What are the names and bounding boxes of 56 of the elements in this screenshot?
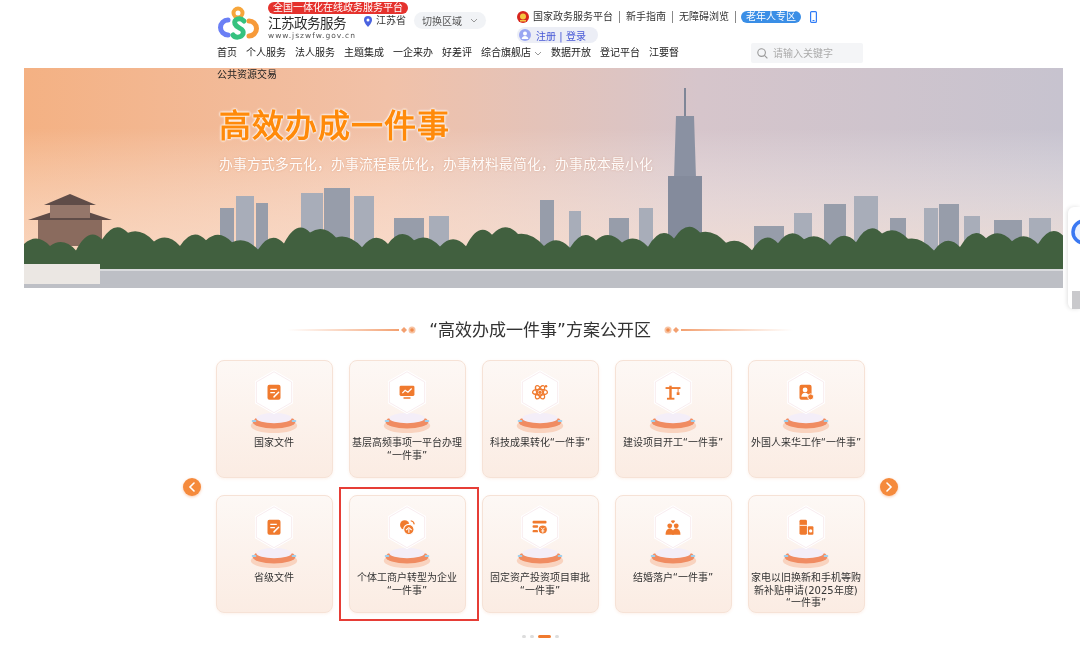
nav-link[interactable]: 法人服务 [295, 42, 335, 64]
chevron-right-icon [884, 481, 893, 492]
nav-link[interactable]: 好差评 [442, 42, 472, 64]
nav-link[interactable]: 首页 [217, 42, 237, 64]
chevron-down-icon [534, 50, 542, 56]
monitor-chart-icon [381, 369, 433, 434]
nav-link[interactable]: 一企来办 [393, 42, 433, 64]
top-link[interactable]: 国家政务服务平台 [517, 11, 620, 23]
nav-link[interactable]: 个人服务 [246, 42, 286, 64]
region-dropdown[interactable]: 切换区域 [414, 12, 486, 29]
nav-link[interactable]: 登记平台 [600, 42, 640, 64]
chevron-down-icon [470, 18, 478, 23]
appliances-icon [780, 504, 832, 569]
search-field[interactable]: 请输入关键字 [751, 43, 863, 63]
ring-icon[interactable] [1070, 219, 1080, 245]
nav-link[interactable]: 主题集成 [344, 42, 384, 64]
document-pencil-icon [248, 504, 300, 569]
plan-card[interactable]: 家电以旧换新和手机等购新补贴申请(2025年度)“一件事” [747, 495, 865, 613]
search-icon [757, 47, 768, 59]
receipt-coin-icon [514, 504, 566, 569]
mobile-phone-icon[interactable] [810, 11, 817, 23]
page-indicator[interactable] [537, 635, 551, 638]
site-logo-icon[interactable] [217, 6, 260, 40]
plan-card[interactable]: 固定资产投资项目审批“一件事” [481, 495, 599, 613]
top-link[interactable]: 新手指南 [620, 11, 673, 23]
plan-card[interactable]: 省级文件 [215, 495, 333, 613]
plan-card[interactable]: 科技成果转化“一件事” [481, 360, 599, 478]
nav-link[interactable]: 公共资源交易 [217, 64, 277, 86]
plan-card[interactable]: 基层高频事项一平台办理“一件事” [348, 360, 466, 478]
user-icon [519, 29, 531, 41]
plan-card[interactable]: 结婚落户“一件事” [614, 495, 732, 613]
emblem-icon [517, 11, 529, 23]
current-region: 江苏省 [376, 15, 406, 27]
plan-card[interactable]: 个体工商户转型为企业“一件事” [348, 495, 466, 613]
atom-icon [514, 369, 566, 434]
banner-title: 高效办成一件事 [219, 108, 450, 144]
nav-link[interactable]: 江要督 [649, 42, 679, 64]
coins-icon [381, 504, 433, 569]
document-pencil-icon [248, 369, 300, 434]
plan-card[interactable]: 国家文件 [215, 360, 333, 478]
slogan-badge: 全国一体化在线政务服务平台 [268, 2, 408, 14]
site-name: 江苏政务服务 [268, 15, 346, 31]
next-button[interactable] [879, 477, 898, 496]
location-pin-icon [364, 15, 372, 27]
plan-card[interactable]: 建设项目开工“一件事” [614, 360, 732, 478]
crane-icon [647, 369, 699, 434]
couple-heart-icon [647, 504, 699, 569]
plan-card[interactable]: 外国人来华工作“一件事” [747, 360, 865, 478]
top-link[interactable]: 无障碍浏览 [673, 11, 736, 23]
nav-link[interactable]: 综合旗舰店 [481, 42, 542, 64]
nav-link[interactable]: 数据开放 [551, 42, 591, 64]
previous-button[interactable] [182, 477, 201, 496]
id-badge-icon [780, 369, 832, 434]
login-button[interactable]: 注册 | 登录 [517, 27, 598, 43]
section-title: “高效办成一件事”方案公开区 [429, 319, 651, 342]
chevron-left-icon [187, 481, 196, 492]
